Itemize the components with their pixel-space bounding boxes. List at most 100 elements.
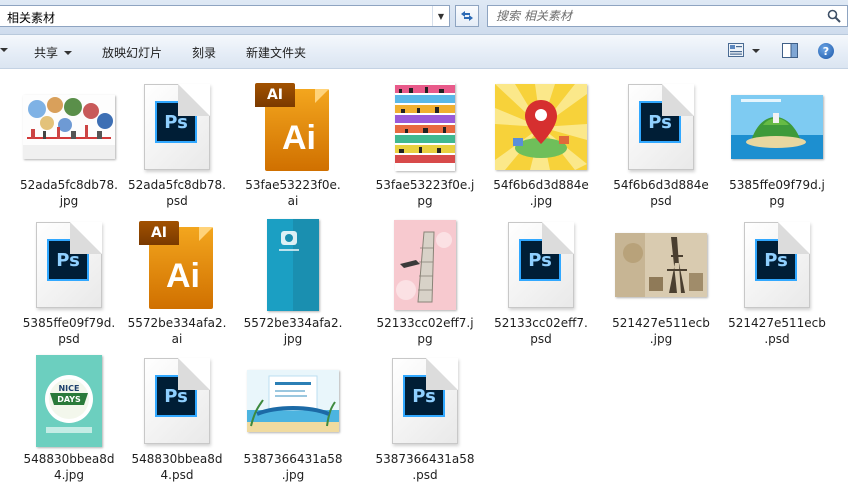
photoshop-icon: Ps (155, 101, 197, 143)
file-name-line2: .jpg (649, 332, 673, 346)
psd-file-icon: Ps (122, 81, 232, 173)
file-name-line2: jpg (283, 332, 303, 346)
skyline-strips-image (395, 83, 455, 171)
file-name-line1: 52ada5fc8db78. (127, 178, 226, 192)
ps-text: Ps (164, 111, 188, 133)
file-name-line2: .jpg (529, 194, 553, 208)
ps-text: Ps (164, 385, 188, 407)
address-field[interactable]: 相关素材 ▼ (0, 5, 450, 27)
file-name-line2: pg (417, 332, 433, 346)
change-view-icon[interactable] (728, 43, 744, 57)
file-name-line1: 53fae53223f0e.j (375, 178, 475, 192)
file-item[interactable]: 54f6b6d3d884e .jpg (486, 73, 596, 208)
file-name-line2: 4.jpg (53, 468, 85, 482)
file-item[interactable]: 53fae53223f0e.j pg (370, 73, 480, 208)
file-name-line2: psd (650, 194, 672, 208)
file-item[interactable]: 5385ffe09f79d.j pg (722, 73, 832, 208)
psd-file-icon: Ps (606, 81, 716, 173)
photoshop-icon: Ps (155, 375, 197, 417)
ai-file-icon: AI Ai (238, 81, 348, 173)
file-name-line1: 52ada5fc8db78. (19, 178, 118, 192)
ai-file-icon: AI Ai (122, 219, 232, 311)
file-item[interactable]: 5387366431a58 .jpg (238, 347, 348, 482)
organize-arrow-icon[interactable] (0, 48, 8, 52)
nice-days-text: NICE (58, 384, 79, 393)
photoshop-icon: Ps (47, 239, 89, 281)
photoshop-icon: Ps (639, 101, 681, 143)
file-name-line1: 52133cc02eff7.j (376, 316, 474, 330)
file-name-line2: ai (171, 332, 183, 346)
file-name-line1: 52133cc02eff7. (494, 316, 588, 330)
file-name-line1: 5387366431a58 (243, 452, 343, 466)
file-item[interactable]: Ps 52133cc02eff7. psd (486, 211, 596, 346)
file-item[interactable]: 52ada5fc8db78. jpg (14, 73, 124, 208)
refresh-icon (461, 11, 473, 21)
island-image (731, 95, 823, 159)
image-thumbnail (238, 219, 348, 311)
file-item[interactable]: NICE DAYS 548830bbea8d 4.jpg (14, 347, 124, 482)
psd-file-icon: Ps (722, 219, 832, 311)
file-item[interactable]: Ps 54f6b6d3d884e psd (606, 73, 716, 208)
teal-brochure-image (267, 219, 319, 311)
psd-file-icon: Ps (486, 219, 596, 311)
burn-button[interactable]: 刻录 (192, 44, 216, 61)
file-name-line1: 5385ffe09f79d.j (729, 178, 825, 192)
chevron-down-icon (64, 51, 73, 55)
share-label: 共享 (34, 46, 59, 60)
file-name-line2: pg (417, 194, 433, 208)
file-item[interactable]: AI Ai 5572be334afa2. ai (122, 211, 232, 346)
address-dropdown-icon[interactable]: ▼ (432, 6, 449, 26)
view-options-dropdown-icon[interactable] (752, 49, 760, 53)
photoshop-icon: Ps (755, 239, 797, 281)
file-item[interactable]: 5572be334afa2. jpg (238, 211, 348, 346)
slideshow-button[interactable]: 放映幻灯片 (102, 44, 162, 61)
file-name-line2: .psd (412, 468, 438, 482)
file-name-line2: .jpg (281, 468, 305, 482)
file-name-line1: 5572be334afa2. (243, 316, 343, 330)
eiffel-tower-image (615, 233, 707, 297)
image-thumbnail (606, 219, 716, 311)
file-item[interactable]: Ps 52ada5fc8db78. psd (122, 73, 232, 208)
svg-text:DAYS: DAYS (57, 395, 81, 404)
address-path: 相关素材 (7, 11, 56, 25)
file-name-line1: 53fae53223f0e. (245, 178, 341, 192)
new-folder-button[interactable]: 新建文件夹 (246, 44, 306, 61)
ai-tab-text: AI (255, 83, 295, 107)
photoshop-icon: Ps (403, 375, 445, 417)
image-thumbnail (722, 81, 832, 173)
file-name-line2: psd (58, 332, 80, 346)
ai-tab-text: AI (139, 221, 179, 245)
file-item[interactable]: Ps 5387366431a58 .psd (370, 347, 480, 482)
image-thumbnail (486, 81, 596, 173)
refresh-button[interactable] (455, 5, 479, 27)
photoshop-icon: Ps (519, 239, 561, 281)
file-item[interactable]: Ps 521427e511ecb .psd (722, 211, 832, 346)
file-name-line1: 5385ffe09f79d. (22, 316, 116, 330)
share-button[interactable]: 共享 (34, 44, 73, 61)
file-name-line1: 548830bbea8d (23, 452, 115, 466)
search-box (487, 5, 848, 27)
file-item[interactable]: Ps 5385ffe09f79d. psd (14, 211, 124, 346)
search-input[interactable] (496, 8, 816, 24)
search-icon[interactable] (827, 9, 841, 23)
file-name-line1: 54f6b6d3d884e (613, 178, 709, 192)
psd-file-icon: Ps (370, 355, 480, 447)
file-name-line1: 521427e511ecb (728, 316, 826, 330)
image-thumbnail (370, 219, 480, 311)
nice-days-image: NICE DAYS (36, 355, 102, 447)
file-item[interactable]: Ps 548830bbea8d 4.psd (122, 347, 232, 482)
preview-pane-icon[interactable] (782, 43, 798, 58)
file-name-line1: 5572be334afa2. (127, 316, 227, 330)
image-thumbnail: NICE DAYS (14, 355, 124, 447)
file-name-line1: 521427e511ecb (612, 316, 710, 330)
image-thumbnail (238, 355, 348, 447)
file-name-line2: psd (530, 332, 552, 346)
help-icon[interactable]: ? (818, 43, 834, 59)
ai-big-text: Ai (166, 256, 200, 295)
file-item[interactable]: 521427e511ecb .jpg (606, 211, 716, 346)
file-item[interactable]: AI Ai 53fae53223f0e. ai (238, 73, 348, 208)
file-item[interactable]: 52133cc02eff7.j pg (370, 211, 480, 346)
psd-file-icon: Ps (14, 219, 124, 311)
file-name-line1: 54f6b6d3d884e (493, 178, 589, 192)
illustrator-icon: AI Ai (255, 83, 331, 171)
